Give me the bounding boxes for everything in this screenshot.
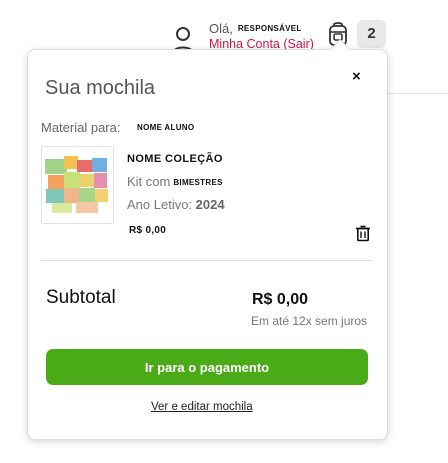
close-icon[interactable]: × (352, 68, 361, 85)
material-for-label: Material para: (41, 120, 121, 135)
trash-icon[interactable] (354, 224, 372, 242)
section-divider (41, 260, 372, 261)
subtotal-value: R$ 0,00 (252, 291, 309, 308)
top-header: Olá, RESPONSÁVEL Minha Conta (Sair) 2 (0, 0, 448, 56)
greeting-text: Olá, (209, 21, 233, 36)
user-role: RESPONSÁVEL (237, 24, 302, 33)
kit-info: Kit com BIMESTRES (127, 174, 223, 189)
kit-label: Kit com (127, 174, 171, 189)
popup-title: Sua mochila (45, 77, 156, 99)
go-to-payment-button[interactable]: Ir para o pagamento (46, 349, 368, 385)
cart-count-badge[interactable]: 2 (357, 20, 386, 48)
page-divider (386, 93, 448, 94)
school-year-label: Ano Letivo: (127, 197, 193, 212)
student-name: NOME ALUNO (137, 123, 195, 132)
school-year-value: 2024 (195, 197, 225, 212)
subtotal-label: Subtotal (46, 287, 116, 308)
view-edit-backpack-link[interactable]: Ver e editar mochila (151, 401, 253, 413)
kit-value: BIMESTRES (173, 178, 223, 187)
school-year: Ano Letivo: 2024 (127, 197, 225, 212)
item-price: R$ 0,00 (129, 225, 167, 236)
installments-note: Em até 12x sem juros (251, 314, 368, 328)
product-image (41, 146, 114, 224)
product-kit-illustration (45, 156, 108, 213)
collection-name: NOME COLEÇÃO (127, 153, 223, 165)
greeting: Olá, RESPONSÁVEL (209, 21, 302, 36)
